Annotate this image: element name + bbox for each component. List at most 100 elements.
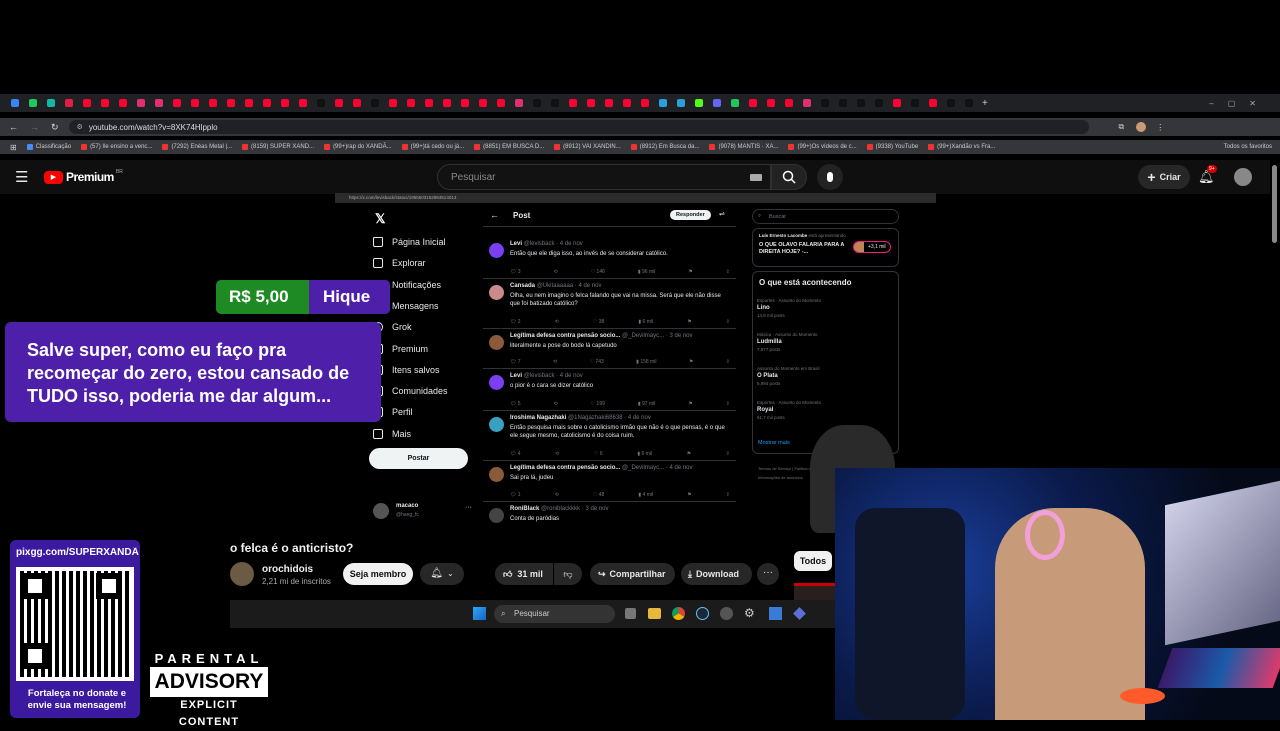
x-reply-post[interactable]: Cansada @Ukitaaaaaa · 4 de nov Olha, eu n… bbox=[483, 279, 736, 329]
task-view-icon[interactable] bbox=[625, 608, 636, 619]
settings-icon[interactable]: ⚙ bbox=[744, 606, 755, 620]
browser-tab-5[interactable] bbox=[83, 99, 91, 107]
back-arrow-icon[interactable]: ← bbox=[490, 210, 499, 220]
browser-tab-53[interactable] bbox=[947, 99, 955, 107]
browser-tab-46[interactable] bbox=[821, 99, 829, 107]
all-favorites-link[interactable]: Todos os favoritos bbox=[1224, 144, 1272, 150]
reply-icon[interactable]: 💬︎ 4 bbox=[510, 451, 521, 457]
bookmark-item[interactable]: (8912) Em Busca da... bbox=[630, 144, 699, 150]
browser-tab-17[interactable] bbox=[299, 99, 307, 107]
browser-tab-27[interactable] bbox=[479, 99, 487, 107]
browser-tab-4[interactable] bbox=[65, 99, 73, 107]
browser-tab-12[interactable] bbox=[209, 99, 217, 107]
x-nav-item[interactable]: Explorar bbox=[373, 258, 426, 269]
reply-icon[interactable]: 💬︎ 2 bbox=[510, 319, 521, 325]
bookmark-icon[interactable]: ⚑ bbox=[688, 401, 692, 407]
x-logo[interactable]: 𝕏 bbox=[375, 211, 385, 227]
browser-tab-42[interactable] bbox=[749, 99, 757, 107]
bookmark-item[interactable]: (9078) MANTIS · XA... bbox=[709, 144, 778, 150]
bookmark-item[interactable]: (8159) SUPER XAND... bbox=[242, 144, 314, 150]
bookmark-item[interactable]: Classificação bbox=[26, 144, 71, 150]
browser-tab-33[interactable] bbox=[587, 99, 595, 107]
search-input[interactable]: Pesquisar bbox=[437, 164, 771, 190]
bookmark-icon[interactable]: ⚑ bbox=[687, 492, 691, 498]
hamburger-menu-icon[interactable]: ☰ bbox=[15, 168, 28, 186]
repost-icon[interactable]: ⟲ bbox=[555, 319, 559, 325]
app-icon-2[interactable] bbox=[769, 607, 782, 620]
extensions-icon[interactable]: ⧉ bbox=[1119, 122, 1125, 132]
share-icon[interactable]: ⇪ bbox=[726, 451, 730, 457]
repost-icon[interactable]: ⟲ bbox=[555, 451, 559, 457]
reply-icon[interactable]: 💬︎ 1 bbox=[510, 492, 521, 498]
browser-tab-54[interactable] bbox=[965, 99, 973, 107]
bookmark-icon[interactable]: ⚑ bbox=[687, 319, 691, 325]
browser-tab-30[interactable] bbox=[533, 99, 541, 107]
like-button[interactable]: 👍︎ 31 mil bbox=[495, 563, 553, 585]
post-avatar[interactable] bbox=[489, 508, 504, 523]
browser-tab-52[interactable] bbox=[929, 99, 937, 107]
apps-icon[interactable]: ⊞ bbox=[10, 143, 17, 152]
bookmark-icon[interactable]: ⚑ bbox=[687, 451, 691, 457]
browser-tab-9[interactable] bbox=[155, 99, 163, 107]
join-button[interactable]: Seja membro bbox=[343, 563, 413, 585]
spaces-card[interactable]: Luís Ernesto Lacombe está apresentando O… bbox=[752, 228, 899, 267]
browser-tab-41[interactable] bbox=[731, 99, 739, 107]
site-info-icon[interactable]: ⚙ bbox=[77, 123, 83, 131]
trend-item[interactable]: Esportes · Assunto do Momento Lino 14,8 mi… bbox=[757, 298, 897, 318]
subscribe-bell-button[interactable]: 🔔︎ ⌄ bbox=[420, 563, 464, 585]
bookmark-item[interactable]: (8912) VAI XANDIN... bbox=[554, 144, 621, 150]
x-reply-post[interactable]: Levi @levisback · 4 de nov o pior é o car… bbox=[483, 369, 736, 411]
bookmark-icon[interactable]: ⚑ bbox=[688, 269, 692, 275]
trend-item[interactable]: Assunto do Momento em Brasil O Plata 5,994… bbox=[757, 366, 897, 386]
page-scrollbar[interactable] bbox=[1272, 165, 1277, 243]
back-icon[interactable]: ← bbox=[9, 122, 18, 132]
bookmark-icon[interactable]: ⚑ bbox=[689, 359, 693, 365]
browser-tab-40[interactable] bbox=[713, 99, 721, 107]
browser-tab-43[interactable] bbox=[767, 99, 775, 107]
x-reply-post[interactable]: Legítima defesa contra pensão socio... @… bbox=[483, 329, 736, 369]
browser-tab-26[interactable] bbox=[461, 99, 469, 107]
browser-tab-24[interactable] bbox=[425, 99, 433, 107]
repost-icon[interactable]: ⟲ bbox=[553, 359, 557, 365]
bookmark-item[interactable]: (7292) Enéas Metal |... bbox=[162, 144, 232, 150]
browser-tab-50[interactable] bbox=[893, 99, 901, 107]
browser-tab-3[interactable] bbox=[47, 99, 55, 107]
browser-tab-28[interactable] bbox=[497, 99, 505, 107]
dislike-button[interactable]: 👎︎ bbox=[554, 563, 582, 585]
notifications-button[interactable]: 🔔︎ 9+ bbox=[1198, 165, 1217, 186]
x-nav-item[interactable]: Mais bbox=[373, 428, 411, 439]
reply-icon[interactable]: 💬︎ 3 bbox=[510, 269, 521, 275]
browser-tab-48[interactable] bbox=[857, 99, 865, 107]
post-avatar[interactable] bbox=[489, 243, 504, 258]
show-more-link[interactable]: Mostrar mais bbox=[758, 440, 790, 446]
keyboard-icon[interactable] bbox=[750, 173, 762, 181]
browser-tab-22[interactable] bbox=[389, 99, 397, 107]
post-avatar[interactable] bbox=[489, 335, 504, 350]
like-icon[interactable]: ♡ 48 bbox=[593, 492, 604, 498]
browser-tab-8[interactable] bbox=[137, 99, 145, 107]
youtube-logo[interactable]: ▶ Premium BR bbox=[44, 169, 123, 184]
reply-icon[interactable]: 💬︎ 5 bbox=[510, 401, 521, 407]
browser-tab-34[interactable] bbox=[605, 99, 613, 107]
bookmark-item[interactable]: (99+)rap do XANDÃ... bbox=[324, 144, 392, 150]
browser-tab-37[interactable] bbox=[659, 99, 667, 107]
share-icon[interactable]: ⇪ bbox=[726, 269, 730, 275]
views-icon[interactable]: ▮ 6 mil bbox=[638, 319, 653, 325]
share-icon[interactable]: ⇪ bbox=[726, 401, 730, 407]
share-icon[interactable]: ⇪ bbox=[726, 359, 730, 365]
bookmark-item[interactable]: (8851) EM BUSCA D... bbox=[474, 144, 544, 150]
menu-icon[interactable]: ⋮ bbox=[1156, 123, 1164, 132]
voice-search-button[interactable] bbox=[817, 164, 843, 190]
browser-tab-38[interactable] bbox=[677, 99, 685, 107]
browser-tab-11[interactable] bbox=[191, 99, 199, 107]
bookmark-item[interactable]: (99+)Xandão vs Fra... bbox=[928, 144, 995, 150]
related-thumbnail[interactable] bbox=[794, 583, 835, 600]
bookmark-item[interactable]: (9338) YouTube bbox=[866, 144, 918, 150]
steam-icon[interactable] bbox=[696, 607, 709, 620]
browser-tab-19[interactable] bbox=[335, 99, 343, 107]
channel-name[interactable]: orochidois bbox=[262, 564, 313, 575]
browser-tab-44[interactable] bbox=[785, 99, 793, 107]
browser-tab-36[interactable] bbox=[641, 99, 649, 107]
like-icon[interactable]: ♡ 146 bbox=[591, 269, 605, 275]
post-avatar[interactable] bbox=[489, 417, 504, 432]
